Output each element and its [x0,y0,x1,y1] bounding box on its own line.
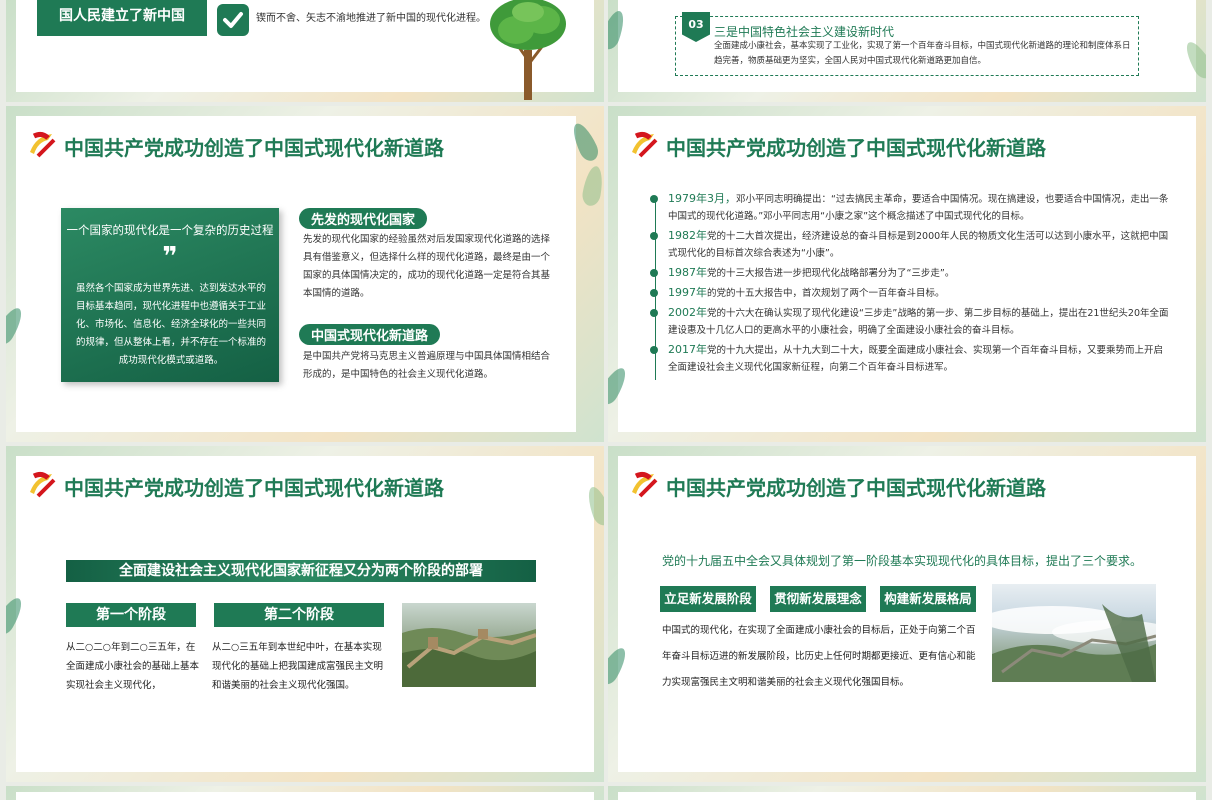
text-chinese-path: 是中国共产党将马克思主义普遍原理与中国具体国情相结合形成的，是中国特色的社会主义… [303,351,551,380]
main-bar: 全面建设社会主义现代化国家新征程又分为两个阶段的部署 [66,560,536,582]
slide-bot-left: 中国共产党成功创造了中国式现代化新道路 全面建设社会主义现代化国家新征程又分为两… [6,446,604,782]
timeline-year: 1987年 [668,266,707,279]
timeline-item: 1997年的党的十五大报告中，首次规划了两个一百年奋斗目标。 [650,284,1170,302]
timeline-text: 党的十三大报告进一步把现代化战略部署分为了“三步走”。 [707,268,955,279]
slide-next-left [6,786,604,800]
slide-next-right [608,786,1206,800]
banner-text: 锲而不舍、矢志不渝地推进了新中国的现代化进程。 [256,13,486,24]
slide-title: 中国共产党成功创造了中国式现代化新道路 [666,136,1046,160]
tag-chinese-path: 中国式现代化新道路 [299,324,441,345]
quote-body: 虽然各个国家成为世界先进、达到发达水平的目标基本趋同，现代化进程中也遵循关于工业… [75,283,266,366]
tree-icon [488,0,568,100]
slide-mid-right: 中国共产党成功创造了中国式现代化新道路 1979年3月，邓小平同志明确提出：“过… [608,106,1206,442]
timeline-year: 2002年 [668,306,707,319]
banner: 国人民建立了新中国 [37,0,207,36]
slide-title: 中国共产党成功创造了中国式现代化新道路 [64,136,444,160]
party-emblem-icon [30,471,56,498]
timeline-item: 1982年党的十二大首次提出，经济建设总的奋斗目标是到2000年人民的物质文化生… [650,227,1170,262]
slide-mid-left: 中国共产党成功创造了中国式现代化新道路 一个国家的现代化是一个复杂的历史过程 ❞… [6,106,604,442]
timeline-year: 1979年3月， [668,192,736,205]
party-emblem-icon [30,131,56,158]
great-wall-photo [402,603,536,687]
lead-text: 党的十九届五中全会又具体规划了第一阶段基本实现现代化的具体目标，提出了三个要求。 [662,554,1143,568]
timeline-item: 2017年党的十九大提出，从十九大到二十大，既要全面建成小康社会、实现第一个百年… [650,341,1170,376]
slide-top-right: 03 三是中国特色社会主义建设新时代 全面建成小康社会，基本实现了工业化，实现了… [608,0,1206,102]
stage2-text: 从二○三五年到本世纪中叶，在基本实现现代化的基础上把我国建成富强民主文明和谐美丽… [212,642,384,691]
quote-icon: ❞ [162,242,178,272]
timeline-item: 1979年3月，邓小平同志明确提出：“过去搞民主革命，要适合中国情况。现在搞建设… [650,190,1170,225]
slide-title: 中国共产党成功创造了中国式现代化新道路 [666,476,1046,500]
tag-advanced-countries: 先发的现代化国家 [299,208,428,229]
tag-new-concept: 贯彻新发展理念 [770,586,866,612]
party-emblem-icon [632,131,658,158]
timeline-text: 党的十九大提出，从十九大到二十大，既要全面建成小康社会、实现第一个百年奋斗目标，… [668,345,1164,373]
check-icon [217,4,249,36]
stage1-bar: 第一个阶段 [66,603,196,627]
quote-card: 一个国家的现代化是一个复杂的历史过程 ❞ 虽然各个国家成为世界先进、达到发达水平… [61,208,279,382]
stage1-text: 从二○二○年到二○三五年，在全面建成小康社会的基础上基本实现社会主义现代化， [66,642,200,691]
quote-title: 一个国家的现代化是一个复杂的历史过程 [66,223,274,237]
text-advanced-countries: 先发的现代化国家的经验虽然对后发国家现代化道路的选择具有借鉴意义，但选择什么样的… [303,234,551,299]
timeline-year: 1997年 [668,286,707,299]
stage2-bar: 第二个阶段 [214,603,384,627]
timeline-item: 1987年党的十三大报告进一步把现代化战略部署分为了“三步走”。 [650,264,1170,282]
timeline-item: 2002年党的十六大在确认实现了现代化建设“三步走”战略的第一步、第二步目标的基… [650,304,1170,339]
tag-new-stage: 立足新发展阶段 [660,586,756,612]
section-heading: 三是中国特色社会主义建设新时代 [714,25,895,39]
party-emblem-icon [632,471,658,498]
timeline-text: 党的十六大在确认实现了现代化建设“三步走”战略的第一步、第二步目标的基础上，提出… [668,308,1169,336]
tag-new-pattern: 构建新发展格局 [880,586,976,612]
timeline-text: 党的十二大首次提出，经济建设总的奋斗目标是到2000年人民的物质文化生活可以达到… [668,231,1169,259]
slide-title: 中国共产党成功创造了中国式现代化新道路 [64,476,444,500]
timeline-year: 2017年 [668,343,707,356]
great-wall-photo [992,584,1156,682]
slide-top-left: 国人民建立了新中国 锲而不舍、矢志不渝地推进了新中国的现代化进程。 [6,0,604,102]
body-text: 中国式的现代化，在实现了全面建成小康社会的目标后，正处于向第二个百年奋斗目标迈进… [662,625,976,688]
timeline: 1979年3月，邓小平同志明确提出：“过去搞民主革命，要适合中国情况。现在搞建设… [650,190,1170,378]
timeline-text: 的党的十五大报告中，首次规划了两个一百年奋斗目标。 [707,288,945,299]
timeline-year: 1982年 [668,229,707,242]
slide-bot-right: 中国共产党成功创造了中国式现代化新道路 党的十九届五中全会又具体规划了第一阶段基… [608,446,1206,782]
timeline-text: 邓小平同志明确提出：“过去搞民主革命，要适合中国情况。现在搞建设，也要适合中国情… [668,194,1169,222]
section-body: 全面建成小康社会，基本实现了工业化，实现了第一个百年奋斗目标，中国式现代化新道路… [714,41,1131,66]
